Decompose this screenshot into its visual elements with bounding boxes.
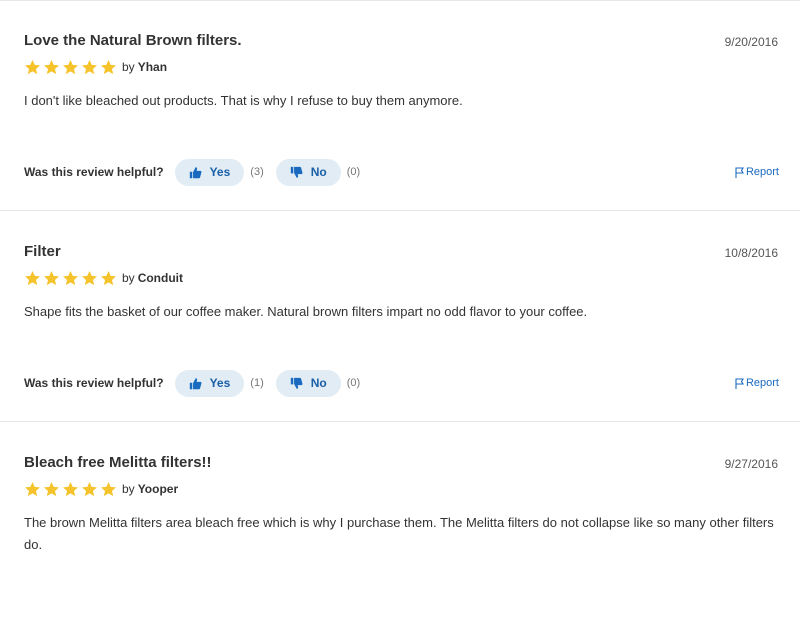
yes-count: (3) (250, 166, 264, 178)
flag-icon (735, 166, 745, 178)
review-date: 9/20/2016 (724, 35, 778, 49)
helpful-row: Was this review helpful? Yes (1) No (0) (24, 369, 372, 397)
review-text: The brown Melitta filters area bleach fr… (24, 515, 774, 552)
review-card: Bleach free Melitta filters!! 9/27/2016 … (0, 422, 800, 633)
thumbs-up-icon (189, 377, 202, 390)
reviews-list: Love the Natural Brown filters. 9/20/201… (0, 0, 800, 633)
yes-vote-button[interactable]: Yes (174, 158, 245, 186)
yes-label: Yes (209, 376, 231, 390)
report-label: Report (745, 166, 779, 178)
review-text: Shape fits the basket of our coffee make… (24, 304, 588, 319)
star-rating (24, 59, 117, 76)
no-vote-button[interactable]: No (275, 369, 341, 397)
thumbs-down-icon (290, 166, 303, 179)
rating-row: by Yooper (24, 479, 178, 499)
thumbs-down-icon (290, 377, 303, 390)
star-icon (62, 481, 79, 498)
yes-count: (1) (250, 377, 264, 389)
star-icon (81, 481, 98, 498)
star-icon (24, 270, 41, 287)
star-icon (81, 59, 98, 76)
no-vote-button[interactable]: No (275, 158, 341, 186)
star-rating (24, 481, 117, 498)
star-icon (43, 270, 60, 287)
star-icon (62, 59, 79, 76)
review-card: Filter 10/8/2016 by Conduit Shape fits t… (0, 211, 800, 422)
review-card: Love the Natural Brown filters. 9/20/201… (0, 0, 800, 211)
report-link[interactable]: Report (735, 166, 779, 178)
flag-icon (735, 377, 745, 389)
review-title: Bleach free Melitta filters!! (24, 454, 212, 471)
by-label: by (122, 60, 135, 74)
star-rating (24, 270, 117, 287)
review-text: I don't like bleached out products. That… (24, 93, 463, 108)
star-icon (43, 481, 60, 498)
no-count: (0) (346, 377, 361, 389)
rating-row: by Conduit (24, 268, 183, 288)
yes-label: Yes (209, 165, 231, 179)
star-icon (81, 270, 98, 287)
review-date: 10/8/2016 (724, 246, 778, 260)
review-title: Love the Natural Brown filters. (24, 32, 242, 49)
review-date: 9/27/2016 (724, 457, 778, 471)
star-icon (100, 481, 117, 498)
by-label: by (122, 271, 135, 285)
helpful-row: Was this review helpful? Yes (3) No (0) (24, 158, 372, 186)
helpful-prompt: Was this review helpful? (24, 376, 164, 390)
review-author: Conduit (137, 271, 184, 285)
report-label: Report (745, 377, 779, 389)
star-icon (100, 270, 117, 287)
review-author: Yhan (137, 60, 168, 74)
star-icon (24, 481, 41, 498)
no-label: No (310, 165, 327, 179)
review-author: Yooper (137, 482, 179, 496)
review-title: Filter (24, 243, 61, 260)
star-icon (100, 59, 117, 76)
star-icon (43, 59, 60, 76)
yes-vote-button[interactable]: Yes (174, 369, 245, 397)
by-label: by (122, 482, 135, 496)
rating-row: by Yhan (24, 57, 167, 77)
helpful-prompt: Was this review helpful? (24, 165, 164, 179)
no-count: (0) (346, 166, 361, 178)
report-link[interactable]: Report (735, 377, 779, 389)
no-label: No (310, 376, 327, 390)
thumbs-up-icon (189, 166, 202, 179)
star-icon (24, 59, 41, 76)
star-icon (62, 270, 79, 287)
